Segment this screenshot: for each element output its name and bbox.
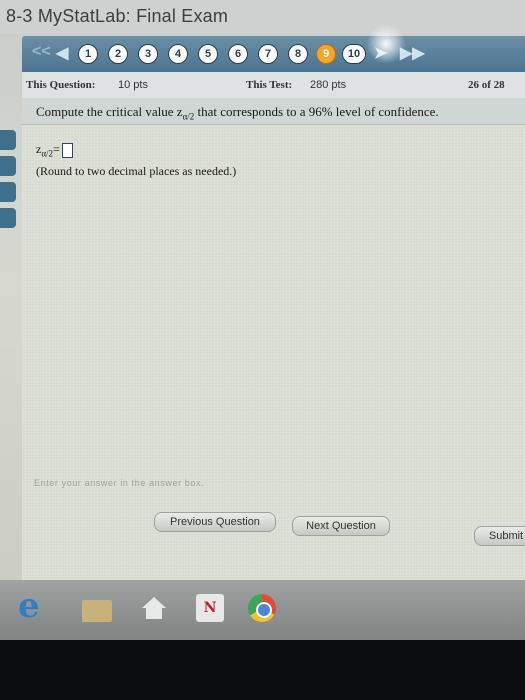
answer-input[interactable] <box>61 142 73 158</box>
question-prefix: Compute the critical value z <box>36 104 183 119</box>
answer-equals: = <box>53 142 60 156</box>
question-1-button[interactable]: 1 <box>78 44 98 64</box>
internet-explorer-icon[interactable]: e <box>18 589 46 623</box>
question-navigation: << ◀ 1 2 3 4 5 6 7 8 9 10 ➤ ▶▶ <box>22 36 525 72</box>
window-title: 8-3 MyStatLab: Final Exam <box>6 6 229 26</box>
side-tab-3[interactable] <box>0 182 16 202</box>
this-test-points: 280 pts <box>310 79 347 91</box>
screen: 8-3 MyStatLab: Final Exam << ◀ 1 2 3 4 5… <box>0 0 525 640</box>
this-test-label: This Test: <box>246 79 293 91</box>
home-icon[interactable] <box>140 594 168 622</box>
status-message: Enter your answer in the answer box. <box>34 478 205 488</box>
question-subscript: α/2 <box>182 111 195 122</box>
score-info-bar: This Question: 10 pts This Test: 280 pts… <box>22 72 525 99</box>
answer-line: zα/2= <box>36 142 73 158</box>
taskbar: e N <box>0 580 525 640</box>
this-question-label: This Question: <box>26 79 96 91</box>
submit-button[interactable]: Submit <box>474 526 525 546</box>
screen-glare <box>366 24 406 64</box>
folder-icon[interactable] <box>82 600 112 622</box>
question-3-button[interactable]: 3 <box>138 44 158 64</box>
side-tab-2[interactable] <box>0 156 16 176</box>
side-tab-1[interactable] <box>0 130 16 150</box>
this-question-points: 10 pts <box>118 79 148 91</box>
question-header: Compute the critical value zα/2 that cor… <box>22 98 525 125</box>
n-app-icon[interactable]: N <box>196 594 224 622</box>
question-9-button[interactable]: 9 <box>316 44 336 64</box>
question-progress: 26 of 28 <box>468 79 505 91</box>
next-question-button[interactable]: Next Question <box>292 516 390 536</box>
question-8-button[interactable]: 8 <box>288 44 308 64</box>
side-tab-4[interactable] <box>0 208 16 228</box>
question-panel: Compute the critical value zα/2 that cor… <box>22 98 525 640</box>
chrome-icon[interactable] <box>248 594 276 622</box>
question-7-button[interactable]: 7 <box>258 44 278 64</box>
question-suffix: that corresponds to a 96% level of confi… <box>194 104 439 119</box>
question-2-button[interactable]: 2 <box>108 44 128 64</box>
question-6-button[interactable]: 6 <box>228 44 248 64</box>
previous-question-button[interactable]: Previous Question <box>154 512 276 532</box>
side-toolbar <box>0 110 22 260</box>
title-bar: 8-3 MyStatLab: Final Exam <box>0 0 525 34</box>
question-10-button[interactable]: 10 <box>342 44 366 64</box>
first-question-button[interactable]: << <box>32 43 51 61</box>
question-4-button[interactable]: 4 <box>168 44 188 64</box>
answer-subscript: α/2 <box>41 148 54 159</box>
question-prompt: Compute the critical value zα/2 that cor… <box>36 104 439 122</box>
previous-question-arrow[interactable]: ◀ <box>56 43 68 63</box>
question-5-button[interactable]: 5 <box>198 44 218 64</box>
rounding-instruction: (Round to two decimal places as needed.) <box>36 164 237 178</box>
